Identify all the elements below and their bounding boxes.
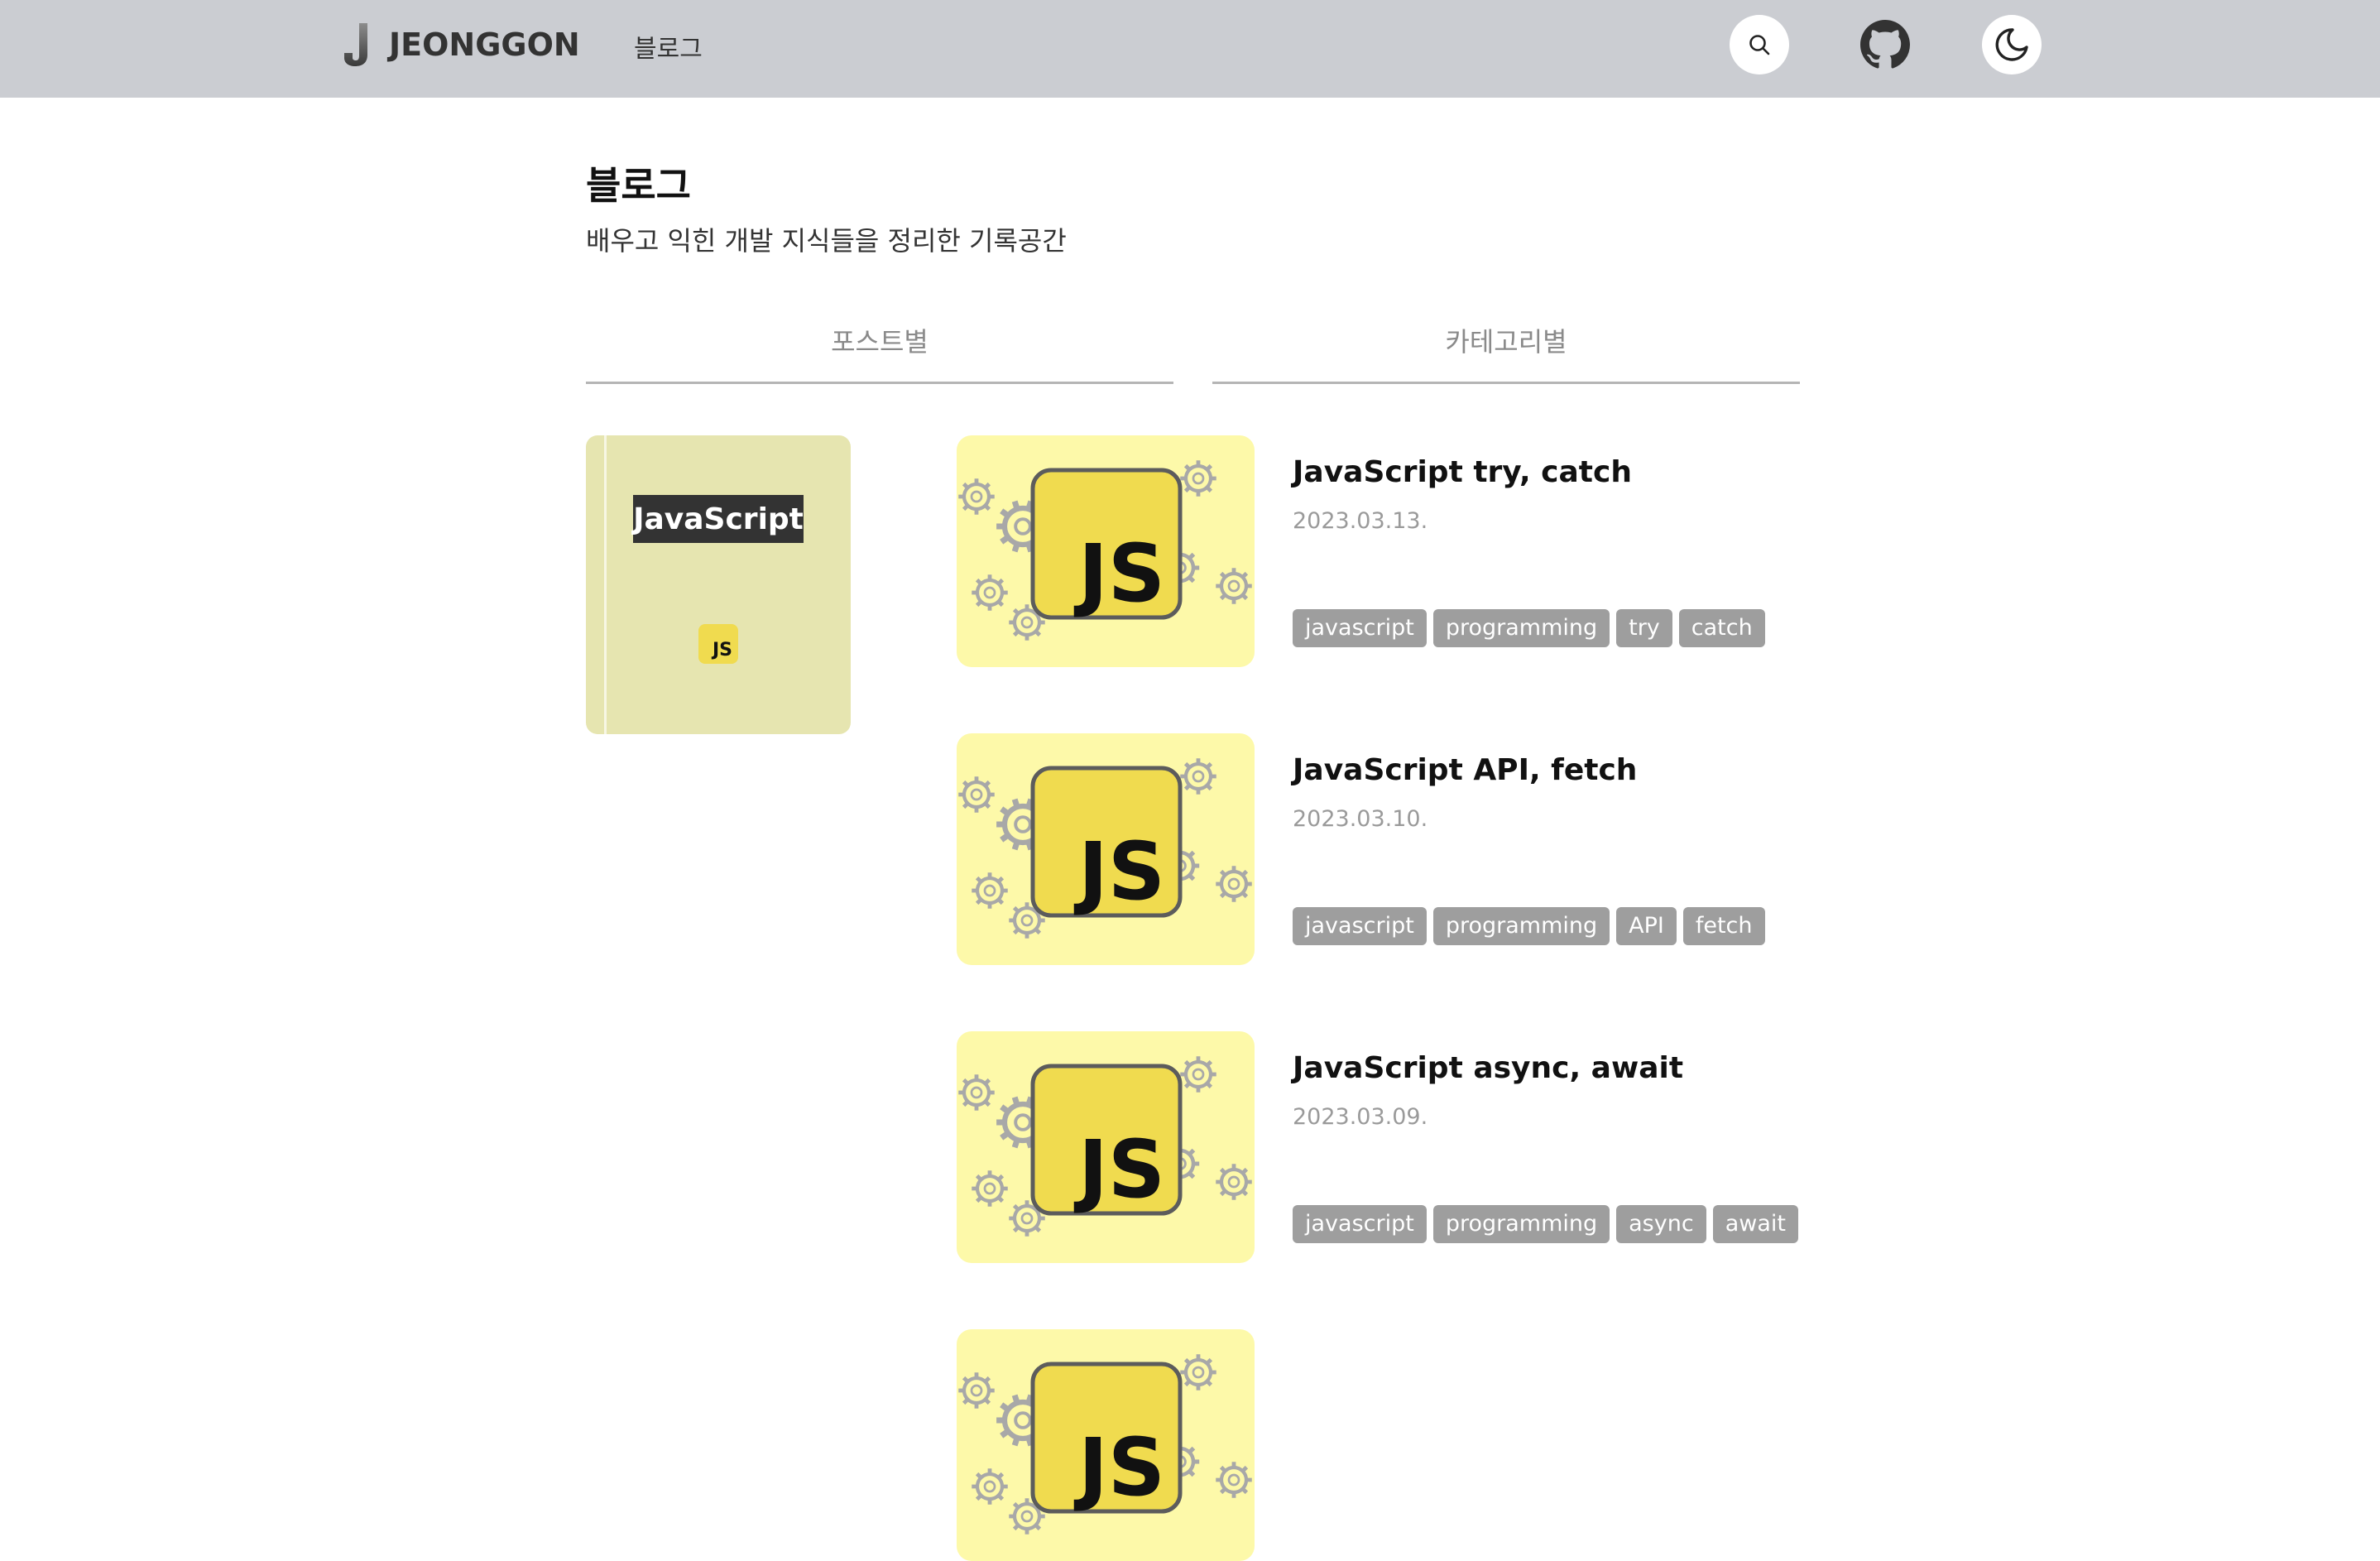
gear-icon	[958, 1074, 995, 1111]
js-thumbnail-art: JS	[958, 1056, 1252, 1237]
gear-icon	[1216, 866, 1252, 902]
post-card[interactable]: JS JavaScript try, catch 2023.03.13. jav…	[957, 435, 1801, 667]
post-thumbnail: JS	[957, 1031, 1255, 1263]
category-card-javascript[interactable]: JavaScript JS	[586, 435, 851, 734]
moon-icon	[1995, 28, 2028, 61]
js-thumbnail-art: JS	[958, 1354, 1252, 1535]
gear-icon	[1216, 568, 1252, 604]
tag-badge[interactable]: javascript	[1293, 609, 1427, 647]
gear-icon	[972, 1170, 1008, 1207]
logo-icon	[344, 23, 367, 66]
post-title[interactable]: JavaScript async, await	[1293, 1051, 1683, 1085]
gear-icon	[972, 872, 1008, 909]
post-date: 2023.03.13.	[1293, 508, 1428, 534]
js-logo-text: JS	[1073, 825, 1165, 918]
tab-by-post[interactable]: 포스트별	[586, 321, 1173, 384]
js-logo-text: JS	[1073, 527, 1165, 620]
tag-badge[interactable]: catch	[1678, 609, 1765, 647]
category-label: JavaScript	[633, 495, 804, 543]
tag-badge[interactable]: javascript	[1293, 1205, 1427, 1243]
post-thumbnail: JS	[957, 733, 1255, 965]
page-title: 블로그	[586, 163, 691, 208]
post-tags: javascript programming async await	[1293, 1205, 1798, 1243]
post-card[interactable]: JS JavaScript async, await 2023.03.09. j…	[957, 1031, 1801, 1263]
tag-badge[interactable]: fetch	[1682, 907, 1765, 945]
post-tags: javascript programming API fetch	[1293, 907, 1765, 945]
gear-icon	[958, 776, 995, 813]
nav-blog-link[interactable]: 블로그	[634, 28, 703, 65]
post-tags: javascript programming try catch	[1293, 609, 1765, 647]
gear-icon	[958, 1372, 995, 1409]
post-thumbnail: JS	[957, 1329, 1255, 1561]
post-title[interactable]: JavaScript try, catch	[1293, 455, 1632, 489]
tag-badge[interactable]: programming	[1432, 609, 1610, 647]
js-thumbnail-art: JS	[958, 460, 1252, 641]
js-badge-text: JS	[712, 640, 732, 660]
tag-badge[interactable]: javascript	[1293, 907, 1427, 945]
js-logo-text: JS	[1073, 1123, 1165, 1216]
book-spine	[604, 435, 607, 734]
gear-icon	[1180, 1354, 1216, 1390]
page-description: 배우고 익힌 개발 지식들을 정리한 기록공간	[586, 225, 1067, 257]
tag-badge[interactable]: API	[1616, 907, 1677, 945]
tag-badge[interactable]: try	[1616, 609, 1672, 647]
post-date: 2023.03.10.	[1293, 806, 1428, 832]
gear-icon	[1216, 1462, 1252, 1498]
theme-toggle-button[interactable]	[1982, 15, 2042, 74]
top-navigation-bar: JEONGGON 블로그	[0, 0, 2380, 98]
github-link[interactable]	[1855, 15, 1915, 74]
post-date: 2023.03.09.	[1293, 1104, 1428, 1130]
search-button[interactable]	[1730, 15, 1789, 74]
gear-icon	[1180, 758, 1216, 795]
tag-badge[interactable]: programming	[1432, 1205, 1610, 1243]
gear-icon	[1180, 1056, 1216, 1093]
gear-icon	[1180, 460, 1216, 497]
tag-badge[interactable]: await	[1712, 1205, 1798, 1243]
post-title[interactable]: JavaScript API, fetch	[1293, 753, 1637, 787]
brand-home-link[interactable]: JEONGGON	[341, 22, 580, 68]
gear-icon	[1216, 1164, 1252, 1200]
gear-icon	[972, 574, 1008, 611]
js-logo-text: JS	[1073, 1421, 1165, 1514]
gear-icon	[972, 1468, 1008, 1505]
js-logo-icon: JS	[698, 624, 738, 664]
post-card[interactable]: JS	[957, 1329, 1801, 1561]
gear-icon	[958, 478, 995, 515]
post-thumbnail: JS	[957, 435, 1255, 667]
tag-badge[interactable]: programming	[1432, 907, 1610, 945]
js-thumbnail-art: JS	[958, 758, 1252, 939]
brand-name: JEONGGON	[389, 26, 580, 63]
tab-by-category[interactable]: 카테고리별	[1212, 321, 1800, 384]
tag-badge[interactable]: async	[1616, 1205, 1706, 1243]
post-card[interactable]: JS JavaScript API, fetch 2023.03.10. jav…	[957, 733, 1801, 965]
github-icon	[1860, 20, 1910, 69]
search-icon	[1749, 35, 1770, 55]
